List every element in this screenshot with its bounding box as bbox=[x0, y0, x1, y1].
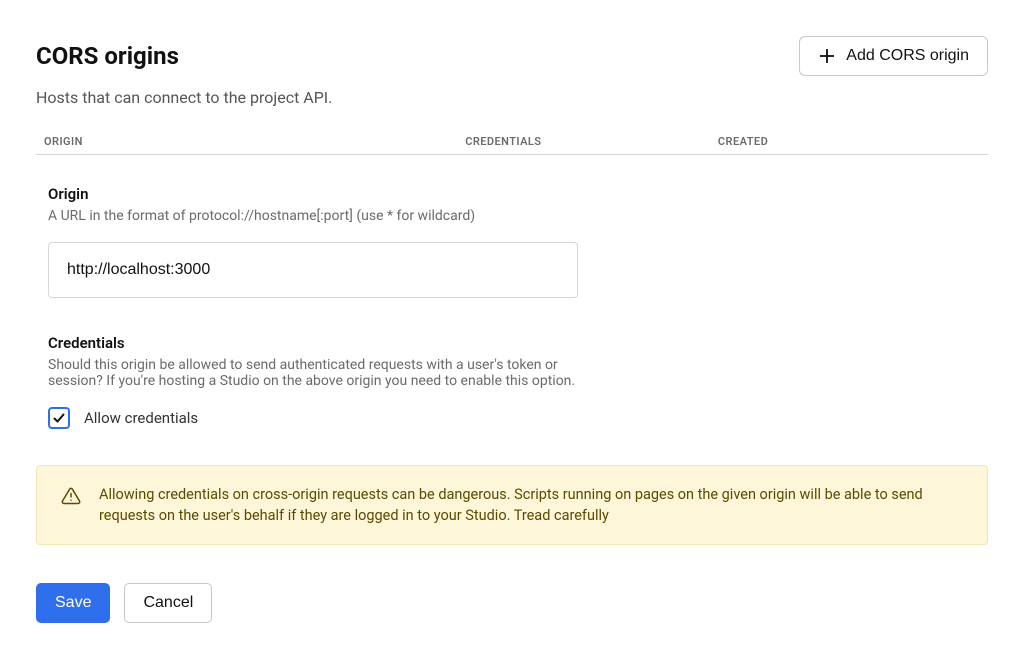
column-created: CREATED bbox=[718, 135, 980, 148]
origin-field-group: Origin A URL in the format of protocol:/… bbox=[48, 185, 976, 298]
origin-label: Origin bbox=[48, 185, 976, 203]
add-cors-origin-button[interactable]: Add CORS origin bbox=[799, 36, 988, 76]
plus-icon bbox=[818, 47, 836, 65]
cancel-button[interactable]: Cancel bbox=[124, 583, 212, 623]
check-icon bbox=[52, 411, 66, 425]
table-header: ORIGIN CREDENTIALS CREATED bbox=[36, 129, 988, 155]
allow-credentials-label: Allow credentials bbox=[84, 409, 198, 427]
warning-icon bbox=[61, 486, 81, 510]
page-title: CORS origins bbox=[36, 42, 179, 70]
page-subtitle: Hosts that can connect to the project AP… bbox=[36, 88, 988, 107]
origin-input[interactable] bbox=[48, 242, 578, 298]
credentials-field-group: Credentials Should this origin be allowe… bbox=[48, 334, 608, 429]
column-origin: ORIGIN bbox=[44, 135, 465, 148]
save-button[interactable]: Save bbox=[36, 583, 110, 623]
credentials-label: Credentials bbox=[48, 334, 608, 352]
allow-credentials-checkbox[interactable] bbox=[48, 407, 70, 429]
add-cors-origin-label: Add CORS origin bbox=[846, 47, 969, 65]
credentials-warning-alert: Allowing credentials on cross-origin req… bbox=[36, 465, 988, 545]
credentials-help: Should this origin be allowed to send au… bbox=[48, 357, 608, 389]
column-credentials: CREDENTIALS bbox=[465, 135, 718, 148]
credentials-warning-text: Allowing credentials on cross-origin req… bbox=[99, 484, 963, 526]
origin-help: A URL in the format of protocol://hostna… bbox=[48, 208, 976, 224]
